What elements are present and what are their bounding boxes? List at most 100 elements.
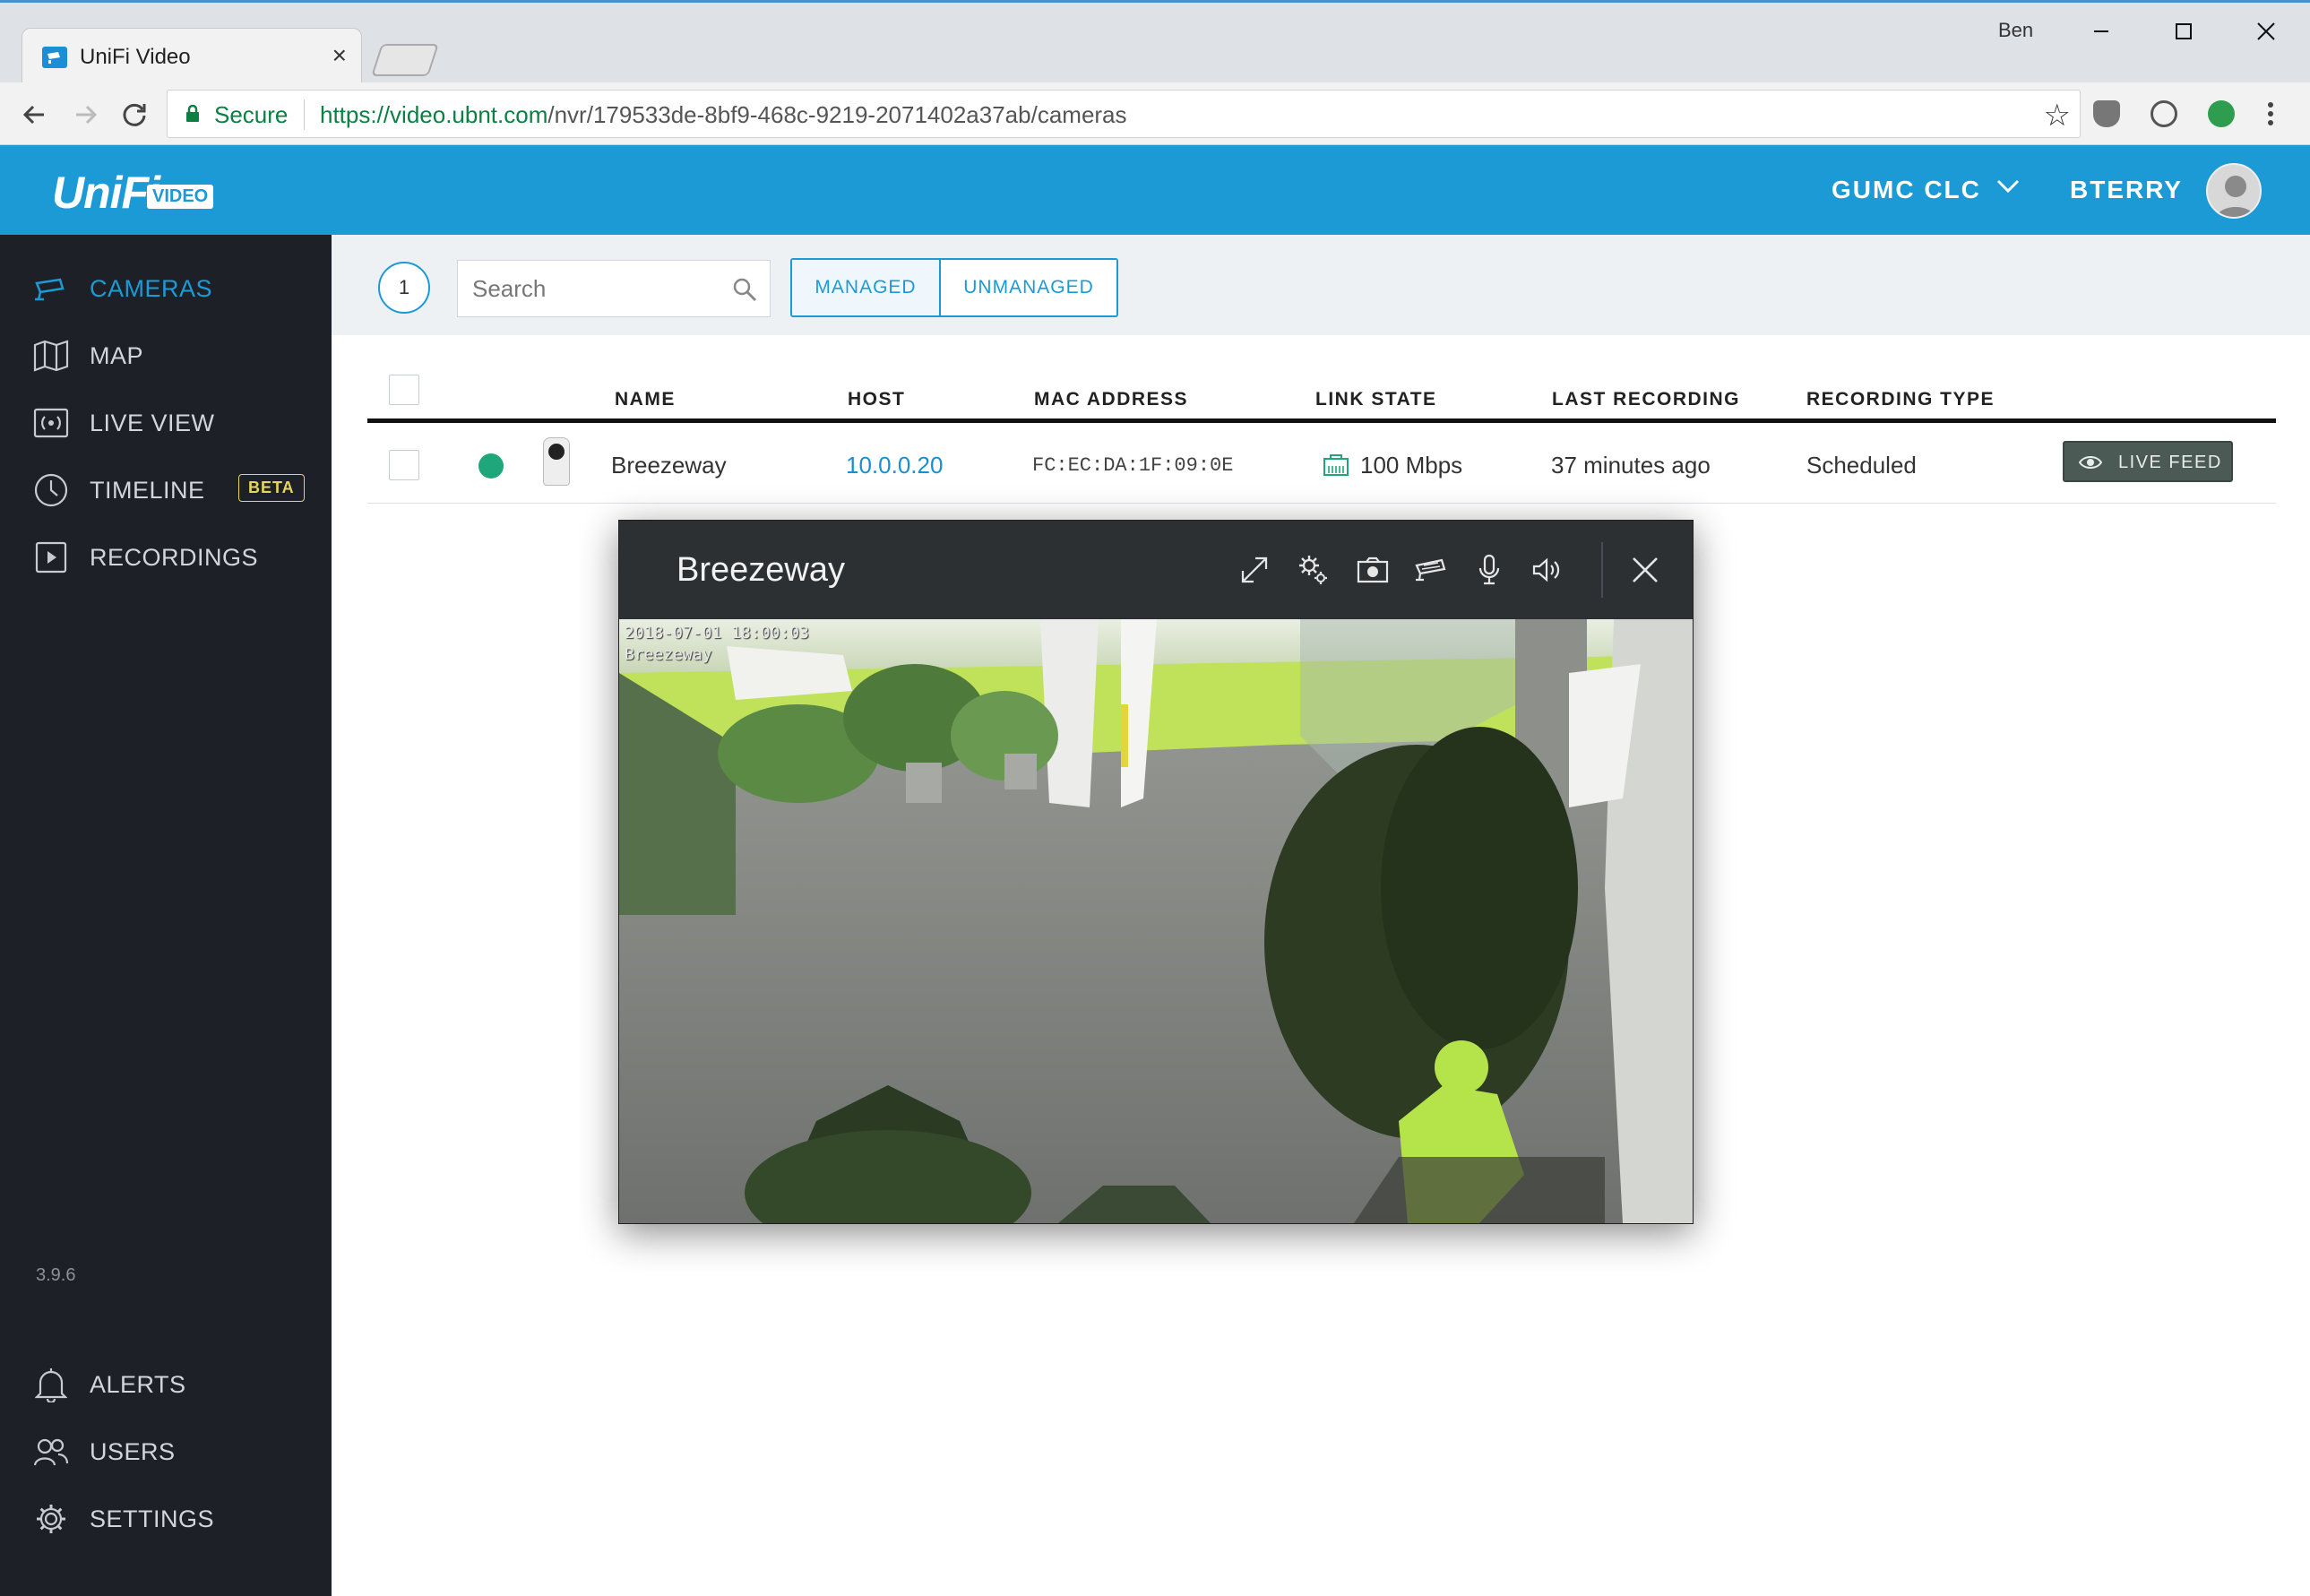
live-feed-button[interactable]: LIVE FEED xyxy=(2063,441,2233,482)
unifi-logo[interactable]: UniFi xyxy=(52,167,160,219)
sidebar-item-label: MAP xyxy=(90,341,144,369)
camera-video-feed[interactable]: 2018-07-01 18:00:03 Breezeway xyxy=(619,619,1693,1223)
camera-model-icon xyxy=(543,437,570,486)
green-extension-icon[interactable] xyxy=(2208,100,2235,127)
tab-close-icon[interactable]: × xyxy=(332,41,347,70)
managed-button[interactable]: MANAGED xyxy=(792,260,939,315)
bell-icon xyxy=(32,1366,70,1403)
beta-badge: BETA xyxy=(238,474,305,502)
version-label: 3.9.6 xyxy=(36,1265,76,1285)
camera-count-badge: 1 xyxy=(378,262,430,314)
sidebar-item-settings[interactable]: SETTINGS xyxy=(0,1492,332,1546)
video-osd-overlay: 2018-07-01 18:00:03 Breezeway xyxy=(625,623,809,666)
window-user-label: Ben xyxy=(1998,19,2034,41)
map-icon xyxy=(32,337,70,375)
eye-icon xyxy=(2079,456,2102,469)
app-header: UniFi VIDEO GUMC CLC BTERRY xyxy=(0,145,2310,235)
omnibox-divider xyxy=(304,99,305,130)
column-header-name[interactable]: NAME xyxy=(615,389,676,410)
address-bar[interactable]: Secure https://video.ubnt.com/nvr/179533… xyxy=(167,90,2081,138)
browser-titlebar: UniFi Video × Ben xyxy=(0,0,2310,85)
forward-arrow-icon[interactable] xyxy=(68,97,104,133)
ublock-extension-icon[interactable] xyxy=(2093,100,2120,127)
settings-gears-icon[interactable] xyxy=(1297,553,1331,587)
camera-recording-type: Scheduled xyxy=(1806,452,1917,479)
camera-icon[interactable] xyxy=(1415,553,1449,587)
clock-icon xyxy=(32,471,70,509)
sidebar-item-label: TIMELINE xyxy=(90,476,205,504)
table-header: NAME HOST MAC ADDRESS LINK STATE LAST RE… xyxy=(367,371,2276,423)
ethernet-port-icon xyxy=(1323,454,1349,476)
column-header-link-state[interactable]: LINK STATE xyxy=(1315,389,1437,410)
gear-icon xyxy=(32,1500,70,1538)
user-menu[interactable]: BTERRY xyxy=(2070,176,2183,204)
camera-host-link[interactable]: 10.0.0.20 xyxy=(846,452,943,479)
live-feed-label: LIVE FEED xyxy=(2118,453,2222,472)
url-path: /nvr/179533de-8bf9-468c-9219-2071402a37a… xyxy=(547,101,1127,128)
column-header-mac[interactable]: MAC ADDRESS xyxy=(1034,389,1188,410)
filter-bar: 1 MANAGED UNMANAGED xyxy=(332,235,2310,335)
snapshot-icon[interactable] xyxy=(1356,553,1390,587)
minimize-icon[interactable] xyxy=(2061,12,2142,51)
sidebar-item-timeline[interactable]: TIMELINE BETA xyxy=(0,463,332,517)
status-online-indicator xyxy=(478,453,504,479)
speaker-icon[interactable] xyxy=(1530,553,1564,587)
column-header-last-recording[interactable]: LAST RECORDING xyxy=(1552,389,1740,410)
reload-icon[interactable] xyxy=(116,97,152,133)
sidebar-item-recordings[interactable]: RECORDINGS xyxy=(0,531,332,584)
column-header-host[interactable]: HOST xyxy=(848,389,905,410)
avatar[interactable] xyxy=(2206,163,2262,219)
url-text[interactable]: https://video.ubnt.com/nvr/179533de-8bf9… xyxy=(320,101,1127,129)
camera-mac: FC:EC:DA:1F:09:0E xyxy=(1032,454,1234,477)
modal-toolbar-divider xyxy=(1601,542,1603,598)
sidebar-item-label: ALERTS xyxy=(90,1370,186,1398)
modal-title: Breezeway xyxy=(677,551,845,589)
logo-badge: VIDEO xyxy=(147,185,214,209)
unmanaged-button[interactable]: UNMANAGED xyxy=(939,260,1116,315)
sidebar-item-users[interactable]: USERS xyxy=(0,1425,332,1479)
sidebar-item-live-view[interactable]: LIVE VIEW xyxy=(0,396,332,450)
camera-name: Breezeway xyxy=(611,452,727,479)
bookmark-star-icon[interactable]: ☆ xyxy=(2044,98,2071,134)
sidebar-item-cameras[interactable]: CAMERAS xyxy=(0,262,332,315)
sidebar-item-label: CAMERAS xyxy=(90,274,213,302)
modal-header: Breezeway xyxy=(619,521,1693,619)
search-icon[interactable] xyxy=(732,277,757,302)
browser-tab[interactable]: UniFi Video × xyxy=(22,28,362,85)
expand-icon[interactable] xyxy=(1237,553,1271,587)
sidebar-item-alerts[interactable]: ALERTS xyxy=(0,1358,332,1411)
select-all-checkbox[interactable] xyxy=(389,375,419,405)
site-selector[interactable]: GUMC CLC xyxy=(1832,176,1981,204)
browser-menu-icon[interactable] xyxy=(2267,100,2274,127)
chevron-down-icon[interactable] xyxy=(1995,172,2021,199)
camera-link-state: 100 Mbps xyxy=(1360,452,1463,479)
secure-label: Secure xyxy=(214,101,289,128)
sidebar-item-label: LIVE VIEW xyxy=(90,409,215,436)
info-extension-icon[interactable] xyxy=(2151,100,2177,127)
users-icon xyxy=(32,1433,70,1471)
camera-icon xyxy=(32,270,70,307)
new-tab-button[interactable] xyxy=(371,44,439,76)
column-header-recording-type[interactable]: RECORDING TYPE xyxy=(1806,389,1995,410)
search-input[interactable] xyxy=(472,273,723,304)
sidebar-item-map[interactable]: MAP xyxy=(0,329,332,383)
window-close-icon[interactable] xyxy=(2226,12,2306,51)
search-box[interactable] xyxy=(457,260,771,317)
osd-timestamp: 2018-07-01 18:00:03 xyxy=(625,624,809,643)
microphone-icon[interactable] xyxy=(1472,553,1506,587)
close-icon[interactable] xyxy=(1628,553,1662,587)
back-arrow-icon[interactable] xyxy=(16,97,52,133)
sidebar: CAMERAS MAP LIVE VIEW TIMELINE BETA RECO… xyxy=(0,235,332,1596)
lock-icon xyxy=(186,105,199,122)
managed-filter-toggle: MANAGED UNMANAGED xyxy=(790,258,1118,317)
unifi-favicon-icon xyxy=(42,47,67,68)
camera-last-recording: 37 minutes ago xyxy=(1551,452,1711,479)
table-row[interactable]: Breezeway 10.0.0.20 FC:EC:DA:1F:09:0E 10… xyxy=(367,425,2276,504)
maximize-icon[interactable] xyxy=(2143,12,2224,51)
browser-toolbar: Secure https://video.ubnt.com/nvr/179533… xyxy=(0,82,2310,145)
play-icon xyxy=(32,539,70,576)
row-checkbox[interactable] xyxy=(389,450,419,480)
sidebar-item-label: RECORDINGS xyxy=(90,543,259,571)
sidebar-item-label: SETTINGS xyxy=(90,1505,215,1532)
tab-title: UniFi Video xyxy=(80,45,191,69)
